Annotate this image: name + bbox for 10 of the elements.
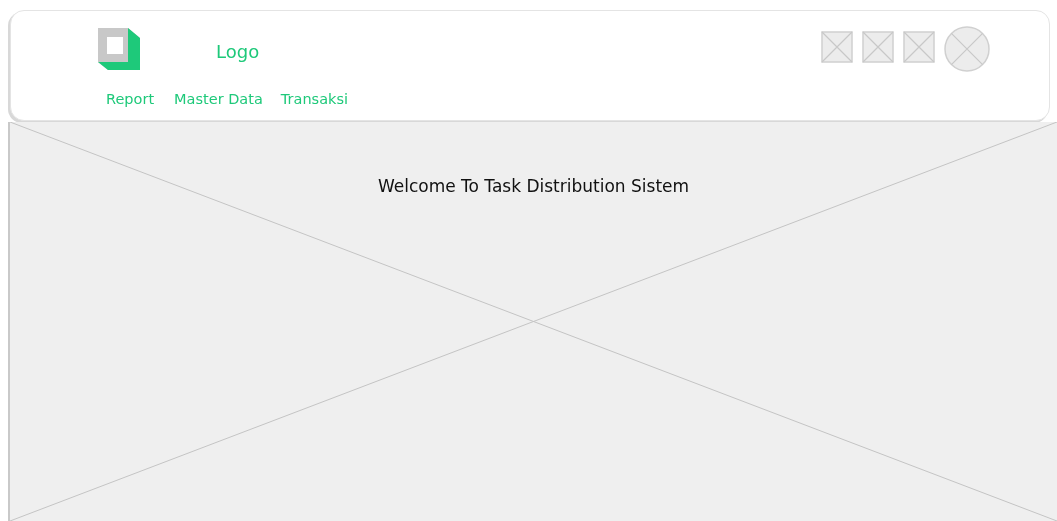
image-placeholder-icon[interactable] — [862, 31, 894, 63]
avatar-placeholder-icon[interactable] — [944, 26, 990, 72]
logo-icon — [98, 28, 140, 70]
nav-link[interactable]: Report — [106, 91, 155, 107]
nav-link[interactable]: Transaksi — [280, 91, 348, 107]
welcome-title: Welcome To Task Distribution Sistem — [376, 175, 691, 197]
logo-text: Logo — [216, 40, 260, 62]
image-placeholder-icon[interactable] — [821, 31, 853, 63]
nav-link[interactable]: Master Data — [174, 91, 263, 107]
image-placeholder-icon[interactable] — [903, 31, 935, 63]
